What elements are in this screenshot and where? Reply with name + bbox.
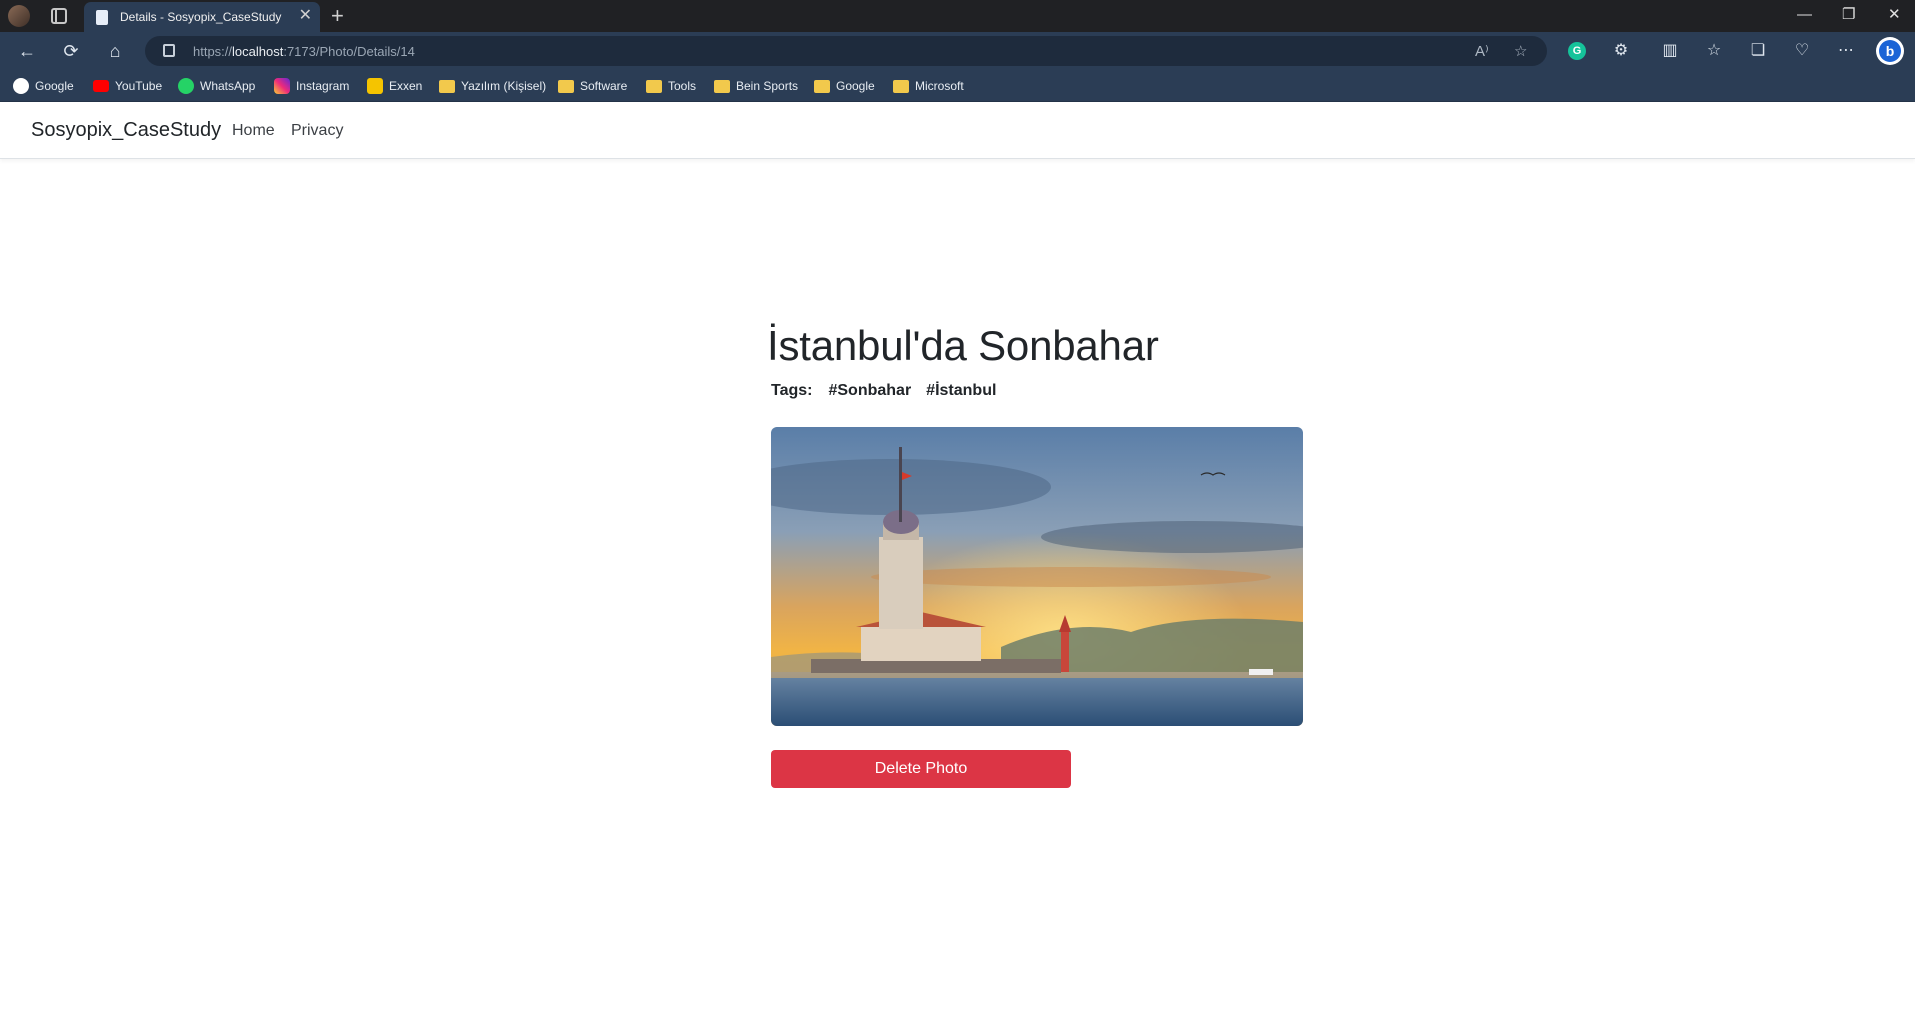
folder-icon — [893, 79, 909, 93]
bookmark-whatsapp[interactable]: WhatsApp — [178, 77, 255, 95]
whatsapp-icon — [178, 78, 194, 94]
photo-title: İstanbul'da Sonbahar — [767, 322, 1159, 369]
browser-tab-bar: Details - Sosyopix_CaseStudy ✕ + — ❐ ✕ — [0, 0, 1915, 32]
tab-actions-icon[interactable] — [51, 8, 67, 24]
bookmark-google[interactable]: Google — [13, 77, 74, 95]
bookmark-folder-google[interactable]: Google — [814, 77, 875, 95]
tab-close-icon[interactable]: ✕ — [299, 7, 312, 25]
restore-icon[interactable]: ❐ — [1842, 6, 1855, 24]
collections-icon[interactable]: ❏ — [1747, 40, 1769, 60]
photo-tags: Tags: #Sonbahar #İstanbul — [771, 382, 1011, 400]
favorites-icon[interactable]: ☆ — [1703, 40, 1725, 60]
profile-avatar-icon[interactable] — [8, 5, 30, 27]
folder-icon — [814, 79, 830, 93]
url-text: https://localhost:7173/Photo/Details/14 — [193, 44, 415, 59]
nav-link-home[interactable]: Home — [232, 122, 275, 140]
read-aloud-icon[interactable]: A⁾ — [1475, 42, 1489, 60]
maidens-tower-photo — [771, 427, 1303, 726]
bookmark-folder-microsoft[interactable]: Microsoft — [893, 77, 964, 95]
tags-label: Tags: — [771, 382, 813, 399]
bookmark-label: Yazılım (Kişisel) — [461, 79, 547, 93]
bookmark-youtube[interactable]: YouTube — [93, 77, 162, 95]
exxen-icon — [367, 78, 383, 94]
browser-tab-active[interactable]: Details - Sosyopix_CaseStudy ✕ — [84, 2, 320, 32]
grammarly-extension-icon[interactable]: G — [1568, 42, 1586, 60]
page-favicon-icon — [96, 10, 108, 25]
browser-toolbar: ← ⟳ ⌂ https://localhost:7173/Photo/Detai… — [0, 32, 1915, 70]
photo-image — [771, 427, 1303, 726]
folder-icon — [439, 79, 455, 93]
bookmark-label: Google — [836, 79, 875, 93]
bookmark-instagram[interactable]: Instagram — [274, 77, 349, 95]
bookmark-label: Microsoft — [915, 79, 964, 93]
folder-icon — [646, 79, 662, 93]
window-close-icon[interactable]: ✕ — [1888, 6, 1901, 24]
bookmark-label: Tools — [668, 79, 697, 93]
bookmark-label: Google — [35, 79, 74, 93]
bookmark-folder-bein-sports[interactable]: Bein Sports — [714, 77, 798, 95]
address-bar[interactable]: https://localhost:7173/Photo/Details/14 … — [145, 36, 1547, 66]
minimize-icon[interactable]: — — [1797, 6, 1812, 24]
browser-essentials-icon[interactable]: ♡ — [1791, 40, 1813, 60]
more-menu-icon[interactable]: ⋯ — [1835, 40, 1857, 60]
site-brand-link[interactable]: Sosyopix_CaseStudy — [31, 119, 221, 142]
bookmark-label: YouTube — [115, 79, 163, 93]
bookmark-label: WhatsApp — [200, 79, 256, 93]
folder-icon — [714, 79, 730, 93]
youtube-icon — [93, 80, 109, 92]
favorite-star-icon[interactable]: ☆ — [1514, 42, 1527, 60]
bookmark-label: Software — [580, 79, 628, 93]
lock-icon[interactable] — [163, 44, 175, 57]
extensions-icon[interactable]: ⚙ — [1610, 40, 1632, 60]
tag-istanbul: #İstanbul — [926, 382, 997, 399]
bookmark-folder-tools[interactable]: Tools — [646, 77, 696, 95]
tab-title: Details - Sosyopix_CaseStudy — [120, 10, 282, 24]
bookmark-label: Instagram — [296, 79, 350, 93]
bookmark-folder-software[interactable]: Software — [558, 77, 627, 95]
new-tab-icon[interactable]: + — [331, 3, 344, 29]
google-icon — [13, 78, 29, 94]
delete-photo-button[interactable]: Delete Photo — [771, 750, 1071, 788]
back-icon[interactable]: ← — [15, 39, 39, 63]
bing-copilot-icon[interactable]: b — [1876, 37, 1904, 65]
tag-sonbahar: #Sonbahar — [828, 382, 912, 399]
bookmarks-bar: Google YouTube WhatsApp Instagram Exxen … — [0, 70, 1915, 102]
split-screen-icon[interactable]: ▥ — [1659, 40, 1681, 60]
folder-icon — [558, 79, 574, 93]
bookmark-label: Bein Sports — [736, 79, 799, 93]
bookmark-label: Exxen — [389, 79, 423, 93]
site-navbar: Sosyopix_CaseStudy Home Privacy — [0, 102, 1915, 159]
nav-link-privacy[interactable]: Privacy — [291, 122, 343, 140]
home-icon[interactable]: ⌂ — [103, 39, 127, 63]
refresh-icon[interactable]: ⟳ — [59, 39, 83, 63]
bookmark-folder-yazilim[interactable]: Yazılım (Kişisel) — [439, 77, 546, 95]
instagram-icon — [274, 78, 290, 94]
bookmark-exxen[interactable]: Exxen — [367, 77, 422, 95]
